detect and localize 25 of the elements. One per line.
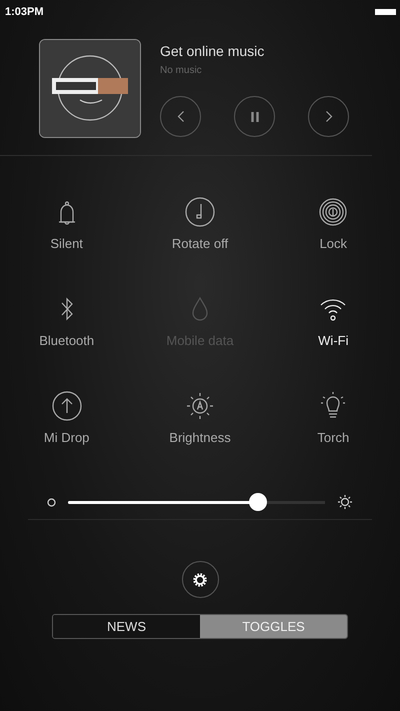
settings-icon — [191, 570, 209, 588]
toggle-button[interactable]: Bluetooth — [0, 293, 134, 348]
track-title: Get online music — [160, 43, 266, 59]
settings-button[interactable] — [182, 561, 218, 598]
slider-thumb[interactable] — [249, 493, 268, 511]
status-time: 1:03PM — [5, 6, 44, 18]
toggle-button[interactable]: Rotate off — [133, 196, 267, 251]
toggle-button[interactable]: Silent — [0, 196, 134, 251]
dim-icon — [47, 498, 56, 506]
previous-icon — [176, 111, 184, 122]
toggle-button[interactable]: Brightness — [133, 390, 267, 445]
toggle-button[interactable]: Wi-Fi — [266, 293, 400, 348]
next-button[interactable] — [308, 96, 349, 137]
battery-icon — [375, 9, 396, 15]
next-icon — [324, 111, 332, 122]
toggle-button[interactable]: Torch — [266, 390, 400, 445]
upload-icon — [50, 390, 83, 422]
track-subtitle: No music — [160, 65, 203, 76]
toggle-button[interactable]: Mi Drop — [0, 390, 134, 445]
pause-button[interactable] — [234, 96, 275, 137]
pause-icon — [250, 112, 258, 122]
music-note-icon — [184, 196, 216, 228]
tab[interactable]: NEWS — [53, 615, 200, 638]
toggle-button[interactable]: Lock — [266, 196, 400, 251]
bright-icon — [337, 494, 353, 510]
